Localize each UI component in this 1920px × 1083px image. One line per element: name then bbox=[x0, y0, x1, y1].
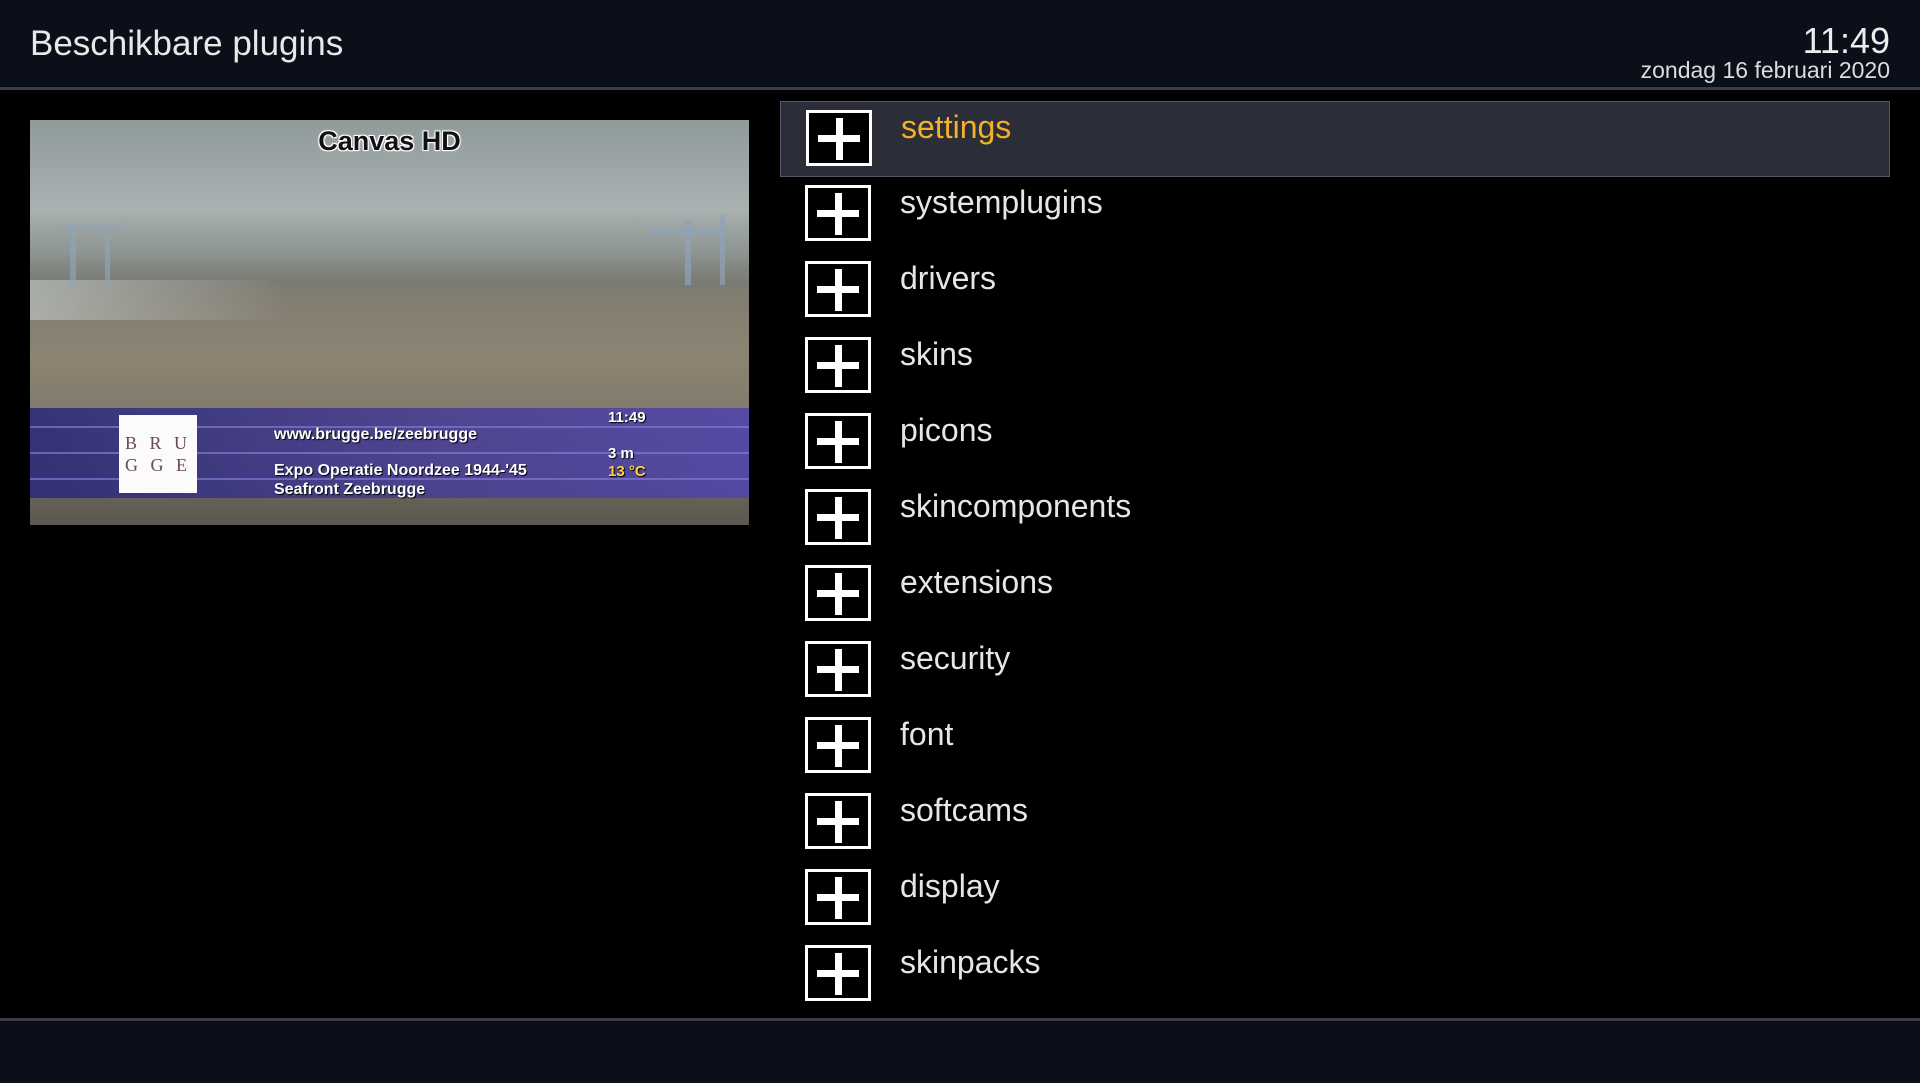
plugin-item-settings[interactable]: settings bbox=[780, 101, 1890, 177]
plugin-item-systemplugins[interactable]: systemplugins bbox=[780, 177, 1890, 253]
plus-icon bbox=[805, 413, 871, 469]
banner-url: www.brugge.be/zeebrugge bbox=[274, 426, 477, 443]
plugin-item-picons[interactable]: picons bbox=[780, 405, 1890, 481]
tv-preview: Canvas HD B R U G G E www.brugge.be/zeeb… bbox=[30, 120, 749, 525]
plugin-list: settings systemplugins drivers skins picons s… bbox=[780, 101, 1890, 1013]
plugin-item-skincomponents[interactable]: skincomponents bbox=[780, 481, 1890, 557]
plugin-label: display bbox=[900, 868, 1000, 904]
plugin-label: settings bbox=[901, 109, 1012, 145]
plus-icon bbox=[805, 185, 871, 241]
header-bar: Beschikbare plugins 11:49 zondag 16 febr… bbox=[0, 0, 1920, 90]
footer-bar bbox=[0, 1018, 1920, 1083]
preview-crane bbox=[720, 215, 725, 285]
preview-crane bbox=[70, 225, 76, 285]
plus-icon bbox=[805, 489, 871, 545]
clock-time: 11:49 bbox=[1802, 20, 1890, 61]
plugin-label: picons bbox=[900, 412, 993, 448]
plugin-item-font[interactable]: font bbox=[780, 709, 1890, 785]
plugin-item-display[interactable]: display bbox=[780, 861, 1890, 937]
plus-icon bbox=[805, 565, 871, 621]
plugin-label: skincomponents bbox=[900, 488, 1132, 524]
banner-wind: 3 m bbox=[608, 445, 634, 462]
preview-crane bbox=[60, 225, 120, 230]
banner-time: 11:49 bbox=[608, 409, 646, 426]
plugin-item-drivers[interactable]: drivers bbox=[780, 253, 1890, 329]
plugin-label: extensions bbox=[900, 564, 1053, 600]
plugin-label: skins bbox=[900, 336, 973, 372]
plus-icon bbox=[805, 945, 871, 1001]
plus-icon bbox=[805, 869, 871, 925]
plugin-label: softcams bbox=[900, 792, 1029, 828]
plugin-label: skinpacks bbox=[900, 944, 1041, 980]
banner-line-1: Expo Operatie Noordzee 1944-'45 bbox=[274, 462, 527, 479]
plugin-label: drivers bbox=[900, 260, 997, 296]
banner-line-2: Seafront Zeebrugge bbox=[274, 481, 426, 498]
plus-icon bbox=[805, 793, 871, 849]
page-title: Beschikbare plugins bbox=[30, 24, 344, 63]
plus-icon bbox=[805, 337, 871, 393]
plugin-item-extensions[interactable]: extensions bbox=[780, 557, 1890, 633]
preview-haze bbox=[30, 210, 749, 290]
plus-icon bbox=[805, 717, 871, 773]
brugge-logo: B R U G G E bbox=[119, 415, 197, 493]
preview-crane bbox=[105, 235, 110, 285]
plugin-label: font bbox=[900, 716, 954, 752]
banner-temperature: 13 °C bbox=[608, 463, 646, 480]
plus-icon bbox=[805, 261, 871, 317]
plugin-item-skins[interactable]: skins bbox=[780, 329, 1890, 405]
plugin-label: systemplugins bbox=[900, 184, 1103, 220]
plugin-label: security bbox=[900, 640, 1011, 676]
plus-icon bbox=[805, 641, 871, 697]
plus-icon bbox=[806, 110, 872, 166]
channel-name: Canvas HD bbox=[318, 126, 461, 156]
preview-crane bbox=[650, 230, 720, 235]
plugin-item-security[interactable]: security bbox=[780, 633, 1890, 709]
plugin-item-skinpacks[interactable]: skinpacks bbox=[780, 937, 1890, 1013]
plugin-item-softcams[interactable]: softcams bbox=[780, 785, 1890, 861]
preview-water bbox=[30, 280, 290, 320]
clock-date: zondag 16 februari 2020 bbox=[1640, 57, 1890, 83]
